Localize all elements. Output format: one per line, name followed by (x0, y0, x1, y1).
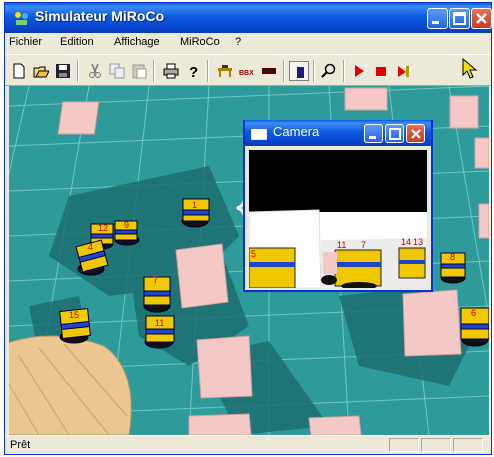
play-button[interactable] (349, 61, 369, 81)
camera-robot-label: 14 (401, 237, 411, 247)
minimize-icon (369, 136, 376, 139)
copy-button[interactable] (107, 61, 127, 81)
maximize-button[interactable] (449, 8, 470, 29)
mouse-cursor-icon (462, 58, 478, 79)
robot-label: 7 (153, 275, 158, 285)
maximize-icon (453, 12, 466, 25)
status-bar: Prêt (5, 435, 491, 454)
paste-icon (132, 64, 147, 79)
save-icon (56, 64, 70, 78)
camera-window[interactable]: Camera 5 11 7 14 13 (243, 120, 433, 292)
close-icon (411, 129, 421, 139)
app-icon (15, 12, 28, 25)
menu-bar: Fichier Edition Affichage MiRoCo ? (5, 33, 491, 53)
table-icon (218, 65, 232, 77)
svg-text:?: ? (189, 64, 198, 79)
camera-title: Camera (273, 124, 320, 139)
robot-label: 4 (88, 242, 93, 252)
help-icon: ? (189, 64, 198, 79)
robot-icon (262, 68, 276, 74)
save-button[interactable] (53, 61, 73, 81)
menu-miroco[interactable]: MiRoCo (180, 36, 220, 48)
copy-icon (109, 63, 125, 79)
menu-help[interactable]: ? (235, 36, 241, 48)
close-button[interactable] (471, 8, 492, 29)
paste-button[interactable] (129, 61, 149, 81)
title-bar[interactable]: Simulateur MiRoCo (5, 3, 492, 33)
svg-text:BBX: BBX (239, 70, 254, 77)
zoom-icon (321, 63, 336, 78)
robot-label: 1 (192, 200, 197, 210)
select-button[interactable] (289, 61, 309, 81)
stop-icon (376, 67, 386, 76)
table-button[interactable] (215, 61, 235, 81)
camera-robot-label: 11 (337, 240, 346, 250)
status-pane (389, 438, 419, 452)
step-button[interactable] (393, 61, 413, 81)
cut-icon (89, 63, 101, 78)
minimize-button[interactable] (427, 8, 448, 29)
robot-label: 15 (69, 310, 79, 320)
camera-view: 5 11 7 14 13 (249, 150, 427, 288)
open-button[interactable] (31, 61, 51, 81)
robot-label: 12 (98, 223, 108, 233)
robot-label: 9 (124, 220, 129, 230)
camera-minimize-button[interactable] (364, 124, 383, 143)
camera-close-button[interactable] (406, 124, 425, 143)
camera-maximize-button[interactable] (385, 124, 404, 143)
bbx-button[interactable]: BBX (237, 61, 257, 81)
menu-fichier[interactable]: Fichier (9, 36, 42, 48)
camera-title-bar[interactable]: Camera (245, 120, 431, 146)
status-pane (453, 438, 483, 452)
robot-label: 6 (471, 308, 476, 318)
camera-robot-label: 5 (251, 249, 256, 259)
camera-robot-label: 13 (413, 237, 423, 247)
menu-affichage[interactable]: Affichage (114, 36, 160, 48)
zoom-button[interactable] (319, 61, 339, 81)
toolbar: ? BBX (5, 54, 491, 86)
minimize-icon (432, 21, 439, 24)
print-icon (163, 63, 179, 79)
new-icon (13, 63, 25, 79)
robot-label: 8 (450, 252, 455, 262)
open-icon (33, 66, 49, 78)
close-icon (476, 13, 487, 24)
robot-label: 11 (155, 318, 164, 328)
robot-button[interactable] (259, 61, 279, 81)
bbx-icon: BBX (239, 70, 254, 77)
status-text: Prêt (10, 439, 31, 451)
cut-button[interactable] (85, 61, 105, 81)
camera-robot-label: 7 (361, 240, 366, 250)
maximize-icon (389, 128, 401, 140)
help-button[interactable]: ? (183, 61, 203, 81)
menu-edition[interactable]: Edition (60, 36, 94, 48)
window-title: Simulateur MiRoCo (35, 8, 165, 24)
play-icon (355, 65, 364, 77)
select-icon (297, 67, 304, 78)
print-button[interactable] (161, 61, 181, 81)
stop-button[interactable] (371, 61, 391, 81)
window-icon (251, 126, 267, 140)
step-icon (398, 66, 409, 77)
status-pane (421, 438, 451, 452)
new-button[interactable] (9, 61, 29, 81)
